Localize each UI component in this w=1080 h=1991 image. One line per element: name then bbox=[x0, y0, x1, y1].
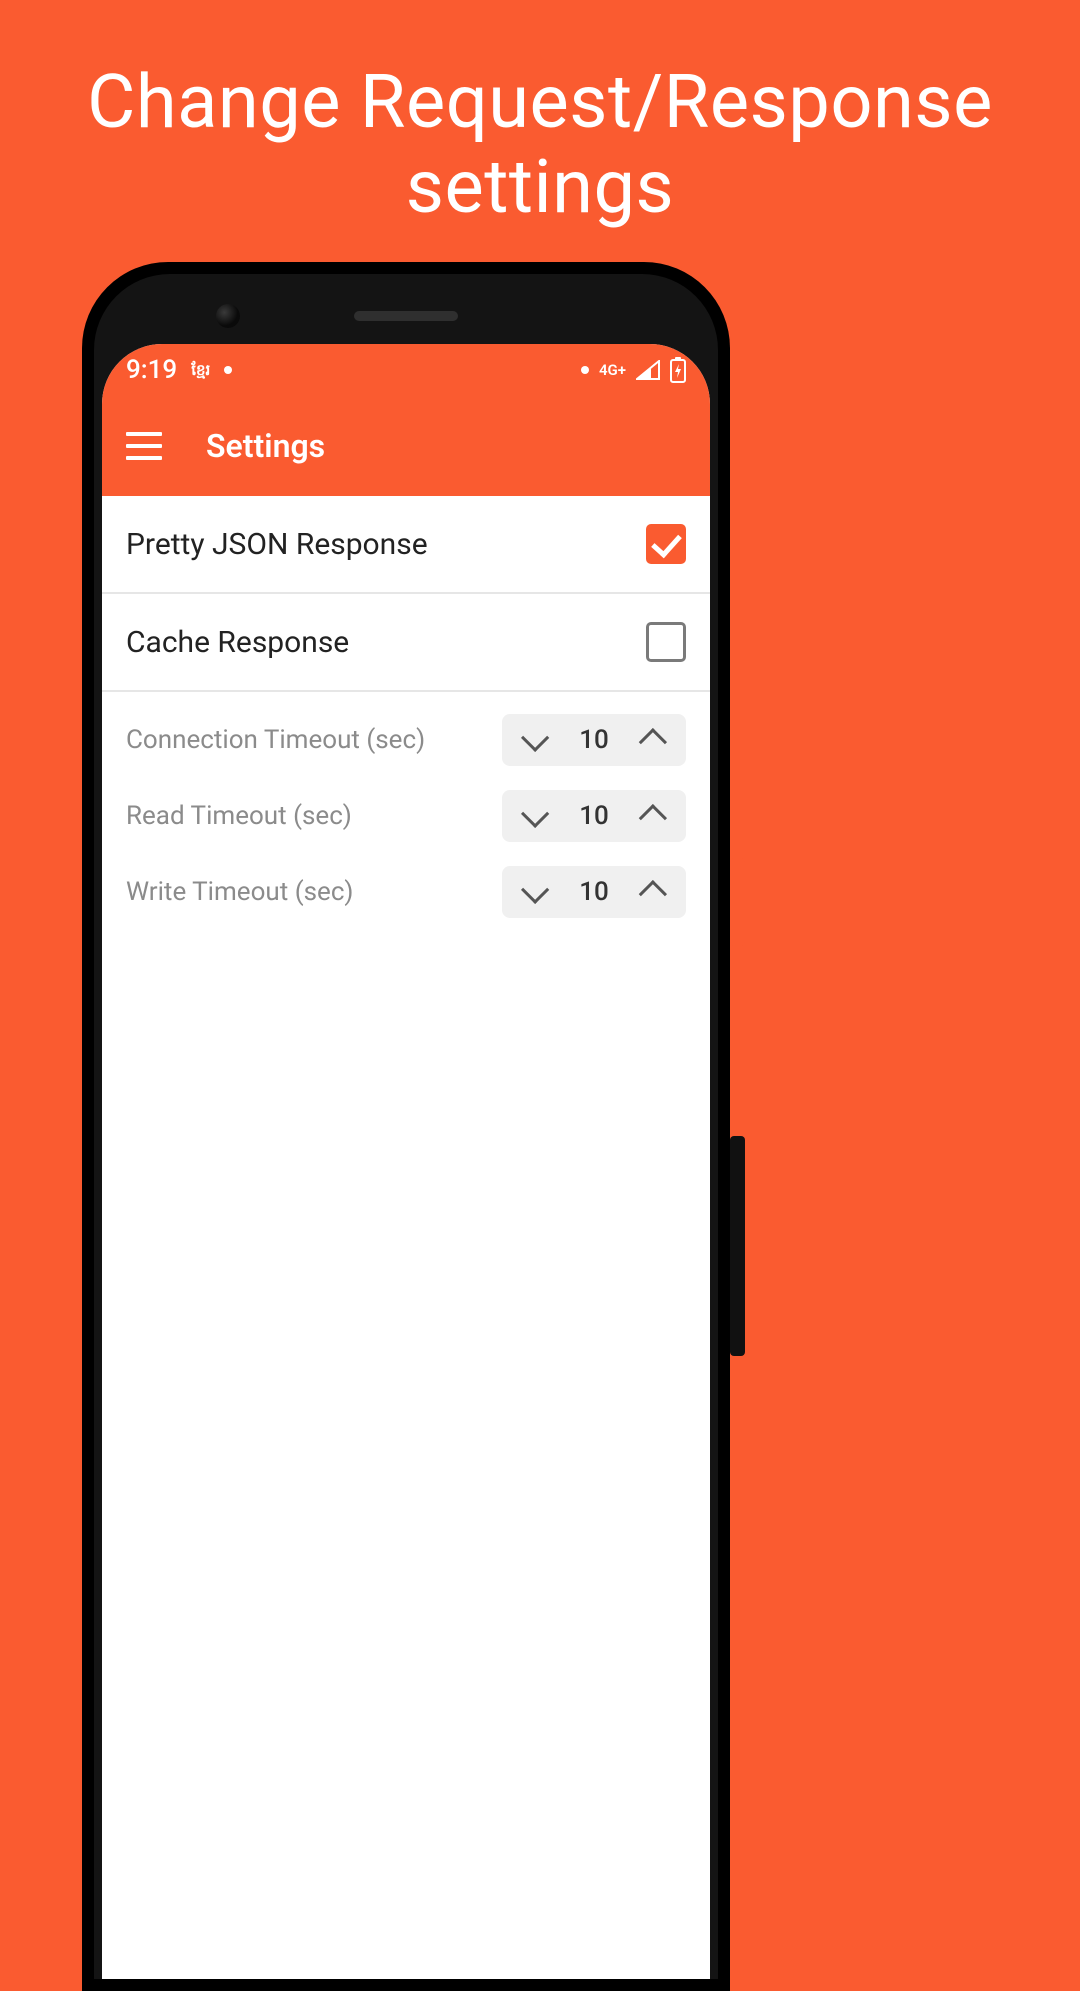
device-speaker bbox=[354, 311, 458, 321]
chevron-down-icon bbox=[521, 876, 549, 904]
write-timeout-stepper: 10 bbox=[502, 866, 686, 918]
write-timeout-value: 10 bbox=[564, 877, 624, 907]
menu-icon[interactable] bbox=[126, 432, 162, 460]
device-power-button bbox=[730, 858, 745, 946]
device-volume-button bbox=[730, 1136, 745, 1356]
setting-cache-response[interactable]: Cache Response bbox=[102, 594, 710, 692]
status-dot-icon bbox=[224, 366, 232, 374]
chevron-down-icon bbox=[521, 724, 549, 752]
status-dot-icon bbox=[581, 366, 589, 374]
timeout-section: Connection Timeout (sec) 10 Read Timeout… bbox=[102, 692, 710, 930]
status-left: 9:19 ខ្មែរ bbox=[126, 355, 232, 385]
checkbox-pretty-json[interactable] bbox=[646, 524, 686, 564]
write-timeout-increment[interactable] bbox=[624, 866, 686, 918]
page-title: Settings bbox=[206, 427, 325, 465]
connection-timeout-decrement[interactable] bbox=[502, 714, 564, 766]
read-timeout-increment[interactable] bbox=[624, 790, 686, 842]
status-network-label: 4G+ bbox=[599, 363, 626, 378]
write-timeout-decrement[interactable] bbox=[502, 866, 564, 918]
status-bar: 9:19 ខ្មែរ 4G+ bbox=[102, 344, 710, 396]
promo-headline: Change Request/Response settings bbox=[0, 60, 1080, 230]
connection-timeout-stepper: 10 bbox=[502, 714, 686, 766]
chevron-down-icon bbox=[521, 800, 549, 828]
chevron-up-icon bbox=[639, 804, 667, 832]
signal-icon bbox=[636, 360, 660, 380]
screen: 9:19 ខ្មែរ 4G+ bbox=[102, 344, 710, 1979]
promo-headline-line2: settings bbox=[406, 144, 674, 231]
device-frame: 9:19 ខ្មែរ 4G+ bbox=[82, 262, 730, 1991]
setting-pretty-json[interactable]: Pretty JSON Response bbox=[102, 496, 710, 594]
write-timeout-label: Write Timeout (sec) bbox=[126, 877, 353, 907]
status-clock: 9:19 bbox=[126, 355, 177, 385]
status-right: 4G+ bbox=[581, 357, 686, 383]
status-carrier-badge: ខ្មែរ bbox=[191, 363, 210, 378]
setting-read-timeout: Read Timeout (sec) 10 bbox=[102, 778, 710, 854]
checkbox-cache-response[interactable] bbox=[646, 622, 686, 662]
setting-connection-timeout: Connection Timeout (sec) 10 bbox=[102, 702, 710, 778]
read-timeout-stepper: 10 bbox=[502, 790, 686, 842]
app-bar: Settings bbox=[102, 396, 710, 496]
chevron-up-icon bbox=[639, 728, 667, 756]
read-timeout-label: Read Timeout (sec) bbox=[126, 801, 352, 831]
connection-timeout-label: Connection Timeout (sec) bbox=[126, 725, 425, 755]
read-timeout-value: 10 bbox=[564, 801, 624, 831]
device-camera bbox=[216, 304, 240, 328]
setting-cache-response-label: Cache Response bbox=[126, 625, 349, 660]
connection-timeout-value: 10 bbox=[564, 725, 624, 755]
promo-headline-line1: Change Request/Response bbox=[87, 59, 993, 146]
connection-timeout-increment[interactable] bbox=[624, 714, 686, 766]
chevron-up-icon bbox=[639, 880, 667, 908]
device-inner: 9:19 ខ្មែរ 4G+ bbox=[94, 274, 718, 1979]
battery-icon bbox=[670, 357, 686, 383]
setting-write-timeout: Write Timeout (sec) 10 bbox=[102, 854, 710, 930]
setting-pretty-json-label: Pretty JSON Response bbox=[126, 527, 428, 562]
settings-content: Pretty JSON Response Cache Response Conn… bbox=[102, 496, 710, 1979]
read-timeout-decrement[interactable] bbox=[502, 790, 564, 842]
